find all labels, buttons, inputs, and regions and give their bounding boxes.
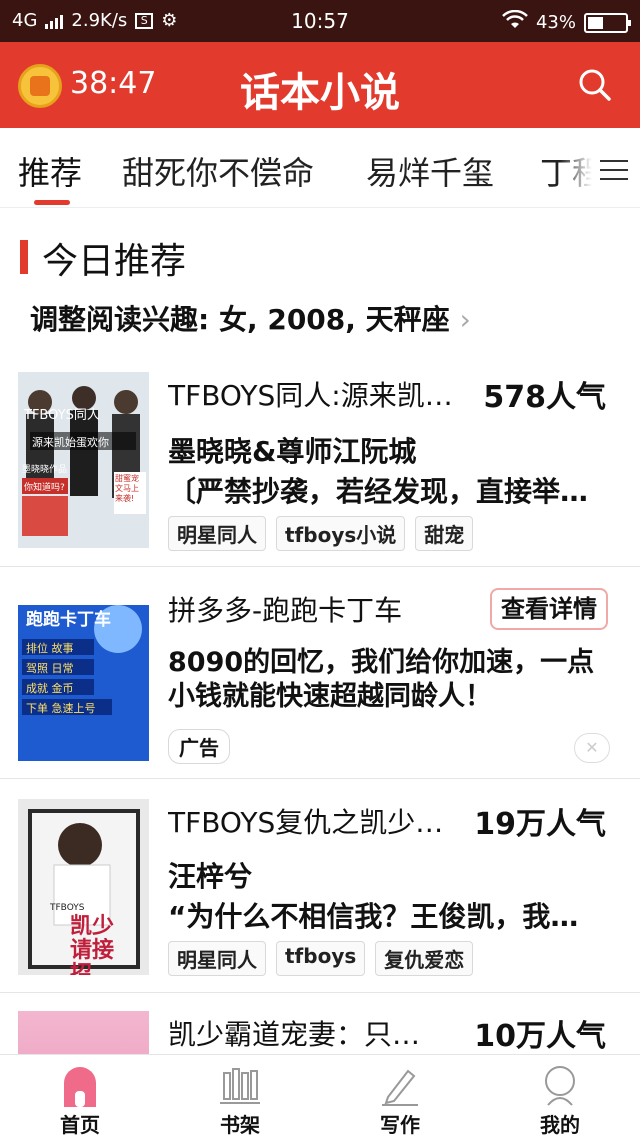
category-tabs: 推荐 甜死你不偿命 易烊千玺 丁程: [0, 128, 640, 208]
popularity: 10万人气: [474, 1019, 606, 1054]
app-header: 38:47 话本小说: [0, 42, 640, 128]
nav-home[interactable]: 首页: [30, 1063, 130, 1138]
adjust-interest-link[interactable]: 调整阅读兴趣: 女, 2008, 天秤座 ›: [30, 298, 471, 338]
tag[interactable]: tfboys: [276, 941, 366, 976]
book-item[interactable]: TFBOYS 凯少请接招 TFBOYS复仇之凯少… 19万人气 汪梓兮 “为什么…: [0, 779, 640, 993]
book-cover[interactable]: TFBOYS同人 源来凯始蛋欢你 墨晓晓作品 你知道吗? 甜蜜宠文马上来袭!: [18, 372, 149, 548]
tag[interactable]: 甜宠: [415, 516, 474, 551]
tag[interactable]: 明星同人: [168, 516, 266, 551]
nav-label: 书架: [220, 1113, 260, 1137]
nav-profile[interactable]: 我的: [510, 1063, 610, 1138]
book-description: “为什么不相信我？王俊凯，我…: [168, 900, 579, 933]
section-title: 今日推荐: [42, 241, 187, 282]
cover-author: 墨晓晓作品: [22, 465, 68, 475]
popularity: 578人气: [483, 380, 606, 415]
tab-menu-button[interactable]: [560, 128, 640, 206]
interest-label: 调整阅读兴趣: 女, 2008, 天秤座: [30, 303, 450, 336]
app-title: 话本小说: [240, 70, 400, 116]
cover-subtitle: 源来凯始蛋欢你: [32, 436, 109, 449]
book-cover[interactable]: TFBOYS 凯少请接招: [18, 799, 149, 975]
menu-icon: [600, 160, 628, 187]
book-author: 墨晓晓&尊师江阮城: [168, 435, 417, 468]
book-cover[interactable]: [18, 1011, 149, 1054]
book-title: TFBOYS同人:源来凯…: [168, 379, 453, 412]
ad-label: 广告: [168, 729, 230, 764]
tab-sweet[interactable]: 甜死你不偿命: [122, 148, 314, 194]
cover-series: TFBOYS: [50, 903, 85, 913]
wifi-icon: [502, 9, 528, 35]
popularity: 19万人气: [474, 807, 606, 842]
close-icon[interactable]: ✕: [574, 733, 610, 763]
cover-title: TFBOYS同人: [24, 408, 100, 423]
battery-percent: 43%: [535, 12, 576, 33]
tag-list: 明星同人 tfboys 复仇爱恋: [168, 941, 474, 976]
cover-tagline: 甜蜜宠文马上来袭!: [115, 474, 139, 503]
book-description: 〔严禁抄袭，若经发现，直接举…: [168, 475, 589, 508]
view-details-button[interactable]: 查看详情: [490, 588, 608, 630]
chevron-right-icon: ›: [459, 303, 471, 336]
bottom-nav: 首页 书架 写作 我的: [0, 1054, 640, 1138]
ad-line: 驾照 日常: [26, 662, 74, 675]
search-icon[interactable]: [578, 68, 612, 102]
tab-yiyang[interactable]: 易烊千玺: [366, 148, 494, 194]
home-icon: [60, 1063, 100, 1107]
status-bar: 4G 2.9K/s S ⚙ 10:57 43%: [0, 0, 640, 42]
ad-line: 下单 急速上号: [26, 702, 96, 715]
ad-line: 排位 故事: [26, 642, 74, 655]
tab-recommend[interactable]: 推荐: [18, 148, 82, 194]
nav-label: 我的: [540, 1113, 580, 1137]
profile-icon: [540, 1063, 580, 1107]
battery-icon: [584, 12, 631, 33]
book-title: TFBOYS复仇之凯少…: [168, 806, 444, 839]
tag[interactable]: 明星同人: [168, 941, 266, 976]
tag-list: 明星同人 tfboys小说 甜宠: [168, 516, 474, 551]
ad-title: 拼多多-跑跑卡丁车: [168, 594, 403, 627]
cover-badge: 你知道吗?: [24, 483, 65, 493]
nav-label: 写作: [380, 1113, 420, 1137]
pen-icon: [380, 1063, 420, 1107]
nav-write[interactable]: 写作: [350, 1063, 450, 1138]
book-title: 凯少霸道宠妻：只…: [168, 1018, 421, 1051]
tag[interactable]: 复仇爱恋: [375, 941, 474, 976]
tag[interactable]: tfboys小说: [276, 516, 406, 551]
ad-brand: 跑跑卡丁车: [26, 610, 111, 630]
section-accent-bar: [20, 240, 28, 274]
book-author: 汪梓兮: [168, 860, 253, 893]
ad-description: 8090的回忆，我们给你加速，一点小钱就能快速超越同龄人！: [168, 647, 595, 712]
ad-line: 成就 金币: [26, 682, 74, 695]
ad-image[interactable]: 跑跑卡丁车 排位 故事 驾照 日常 成就 金币 下单 急速上号: [18, 585, 149, 761]
bookshelf-icon: [220, 1063, 260, 1107]
active-tab-indicator: [34, 200, 70, 205]
book-item[interactable]: TFBOYS同人 源来凯始蛋欢你 墨晓晓作品 你知道吗? 甜蜜宠文马上来袭! T…: [0, 352, 640, 567]
book-item[interactable]: 凯少霸道宠妻：只… 10万人气: [0, 993, 640, 1054]
nav-bookshelf[interactable]: 书架: [190, 1063, 290, 1138]
nav-label: 首页: [60, 1113, 100, 1137]
cover-title: 凯少请接招: [70, 914, 115, 976]
